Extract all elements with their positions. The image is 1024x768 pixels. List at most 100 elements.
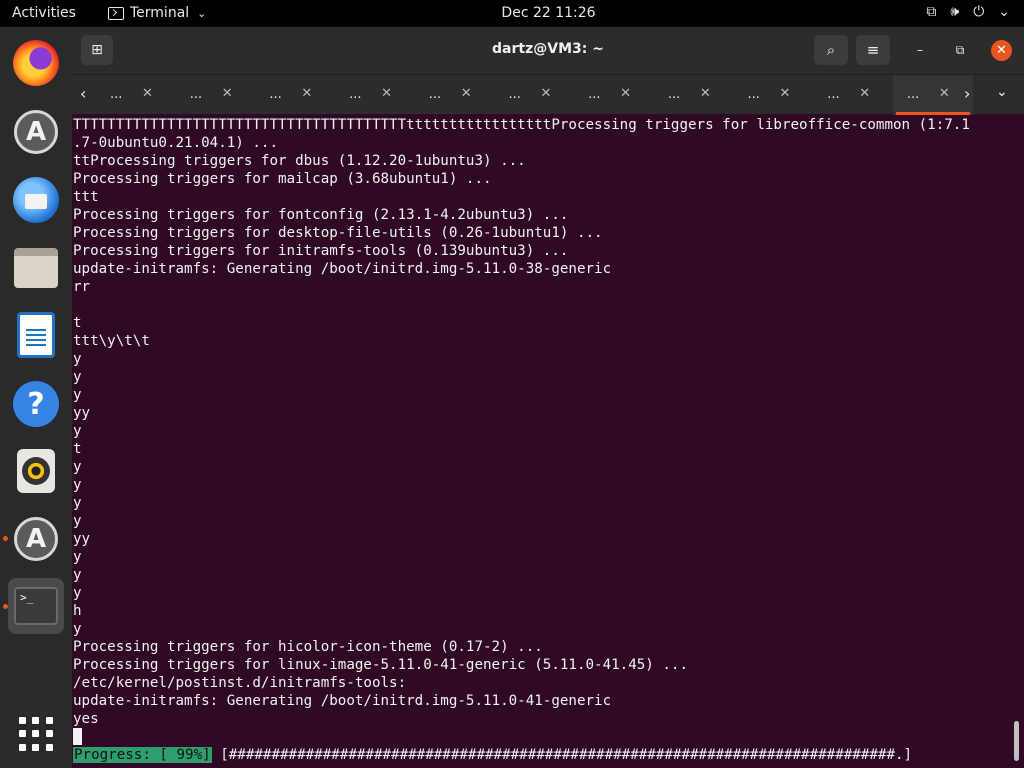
terminal-line: y bbox=[73, 459, 82, 475]
help-icon: ? bbox=[13, 381, 59, 427]
terminal-line: ttt\y\t\t bbox=[73, 333, 150, 349]
software-updater-icon: A bbox=[14, 517, 58, 561]
terminal-tab[interactable]: ... ✕ bbox=[734, 75, 814, 115]
terminal-line: y bbox=[73, 351, 82, 367]
libreoffice-writer-icon bbox=[17, 312, 55, 358]
close-tab-icon[interactable]: ✕ bbox=[461, 86, 472, 101]
terminal-tab[interactable]: ... ✕ bbox=[96, 75, 176, 115]
terminal-tab[interactable]: ... ✕ bbox=[494, 75, 574, 115]
terminal-tab[interactable]: ... ✕ bbox=[335, 75, 415, 115]
terminal-line: y bbox=[73, 387, 82, 403]
tab-label: ... bbox=[827, 87, 840, 102]
close-window-button[interactable]: ✕ bbox=[991, 40, 1012, 61]
text-cursor bbox=[73, 728, 82, 745]
system-menu-chevron-icon[interactable]: ⌄ bbox=[998, 4, 1010, 20]
tab-label: ... bbox=[747, 87, 760, 102]
terminal-line: Processing triggers for hicolor-icon-the… bbox=[73, 639, 543, 655]
terminal-lines: TTTTTTTTTTTTTTTTTTTTTTTTTTTTTTTTTTTTTTTt… bbox=[73, 116, 1013, 728]
terminal-line: update-initramfs: Generating /boot/initr… bbox=[73, 693, 612, 709]
terminal-tab[interactable]: ... ✕ bbox=[654, 75, 734, 115]
terminal-icon: >_ bbox=[14, 587, 58, 625]
scroll-tabs-right-button[interactable]: › bbox=[964, 84, 970, 103]
close-tab-icon[interactable]: ✕ bbox=[700, 86, 711, 101]
show-apps-grid-icon bbox=[19, 717, 53, 751]
network-icon[interactable]: ⧉ bbox=[926, 4, 936, 20]
dock-thunderbird[interactable] bbox=[8, 172, 64, 228]
terminal-line: y bbox=[73, 513, 82, 529]
terminal-line: Processing triggers for initramfs-tools … bbox=[73, 243, 569, 259]
progress-label: Progress: [ 99%] bbox=[73, 747, 212, 763]
terminal-scrollbar[interactable] bbox=[1014, 721, 1019, 761]
dock-software-updater[interactable]: A bbox=[8, 511, 64, 567]
close-tab-icon[interactable]: ✕ bbox=[381, 86, 392, 101]
terminal-tab[interactable]: ... ✕ bbox=[255, 75, 335, 115]
terminal-line: y bbox=[73, 549, 82, 565]
terminal-line: Processing triggers for desktop-file-uti… bbox=[73, 225, 603, 241]
terminal-tab[interactable]: ... ✕ bbox=[176, 75, 256, 115]
terminal-line: TTTTTTTTTTTTTTTTTTTTTTTTTTTTTTTTTTTTTTTt… bbox=[73, 117, 970, 133]
header-bar[interactable]: ⊞ dartz@VM3: ~ ⌕ ≡ – ⧉ ✕ bbox=[72, 27, 1024, 74]
dock-files[interactable] bbox=[8, 240, 64, 296]
terminal-line: y bbox=[73, 369, 82, 385]
close-tab-icon[interactable]: ✕ bbox=[222, 86, 233, 101]
tab-label: ... bbox=[269, 87, 282, 102]
terminal-line: y bbox=[73, 495, 82, 511]
close-tab-icon[interactable]: ✕ bbox=[620, 86, 631, 101]
top-bar: Activities Terminal ⌄ Dec 22 11:26 ⧉ 🕪 ⏻… bbox=[0, 0, 1024, 27]
terminal-line: ttProcessing triggers for dbus (1.12.20-… bbox=[73, 153, 526, 169]
close-tab-icon[interactable]: ✕ bbox=[780, 86, 791, 101]
dock-rhythmbox[interactable] bbox=[8, 443, 64, 499]
close-tab-icon[interactable]: ✕ bbox=[859, 86, 870, 101]
terminal-line: t bbox=[73, 441, 82, 457]
progress-line: Progress: [ 99%] [######################… bbox=[73, 746, 1013, 764]
close-tab-icon[interactable]: ✕ bbox=[301, 86, 312, 101]
close-tab-icon[interactable]: ✕ bbox=[939, 86, 950, 101]
terminal-line: .7-0ubuntu0.21.04.1) ... bbox=[73, 135, 278, 151]
menu-button[interactable]: ≡ bbox=[856, 35, 890, 65]
software-center-icon: A bbox=[14, 110, 58, 154]
terminal-line: yy bbox=[73, 405, 91, 421]
thunderbird-icon bbox=[13, 177, 59, 223]
hamburger-menu-icon: ≡ bbox=[866, 41, 880, 59]
search-button[interactable]: ⌕ bbox=[814, 35, 848, 65]
minimize-button[interactable]: – bbox=[910, 40, 930, 60]
terminal-window: ⊞ dartz@VM3: ~ ⌕ ≡ – ⧉ ✕ ‹ ... ✕... ✕... ✕.… bbox=[72, 27, 1024, 768]
progress-bar-text: [#######################################… bbox=[211, 747, 913, 763]
volume-icon[interactable]: 🕪 bbox=[950, 4, 959, 20]
show-applications-button[interactable] bbox=[8, 706, 64, 762]
terminal-line: y bbox=[73, 477, 82, 493]
clock[interactable]: Dec 22 11:26 bbox=[0, 5, 1024, 21]
power-icon[interactable]: ⏻ bbox=[973, 4, 984, 20]
tab-label: ... bbox=[189, 87, 203, 102]
maximize-button[interactable]: ⧉ bbox=[950, 40, 970, 60]
dock-terminal[interactable]: >_ bbox=[8, 578, 64, 634]
terminal-output[interactable]: TTTTTTTTTTTTTTTTTTTTTTTTTTTTTTTTTTTTTTTt… bbox=[73, 116, 1013, 768]
system-tray[interactable]: ⧉ 🕪 ⏻ ⌄ bbox=[926, 4, 1010, 20]
terminal-prompt-line bbox=[73, 728, 1013, 746]
terminal-line: yes bbox=[73, 711, 99, 727]
terminal-line: Processing triggers for linux-image-5.11… bbox=[73, 657, 688, 673]
terminal-line: Processing triggers for mailcap (3.68ubu… bbox=[73, 171, 492, 187]
terminal-line: y bbox=[73, 621, 82, 637]
dock-software-center[interactable]: A bbox=[8, 104, 64, 160]
dock: A ? A >_ bbox=[0, 27, 72, 768]
close-tab-icon[interactable]: ✕ bbox=[540, 86, 551, 101]
terminal-tab[interactable]: ... ✕ bbox=[813, 75, 893, 115]
scroll-tabs-left-button[interactable]: ‹ bbox=[80, 84, 86, 103]
search-icon: ⌕ bbox=[826, 41, 836, 59]
dock-firefox[interactable] bbox=[8, 35, 64, 91]
terminal-line: y bbox=[73, 567, 82, 583]
tab-label: ... bbox=[667, 87, 681, 102]
dock-help[interactable]: ? bbox=[8, 376, 64, 432]
tab-bar: ‹ ... ✕... ✕... ✕... ✕... ✕... ✕... ✕... ✕... ✕..… bbox=[72, 74, 1024, 115]
terminal-tab[interactable]: ... ✕ bbox=[415, 75, 495, 115]
terminal-line: y bbox=[73, 585, 82, 601]
close-tab-icon[interactable]: ✕ bbox=[142, 86, 153, 101]
dock-libreoffice-writer[interactable] bbox=[8, 307, 64, 363]
tab-overflow-menu-button[interactable]: ⌄ bbox=[996, 84, 1008, 100]
terminal-tab[interactable]: ... ✕ bbox=[574, 75, 654, 115]
terminal-tab[interactable]: ... ✕ bbox=[892, 75, 973, 115]
terminal-line: yy bbox=[73, 531, 91, 547]
rhythmbox-icon bbox=[17, 449, 55, 493]
